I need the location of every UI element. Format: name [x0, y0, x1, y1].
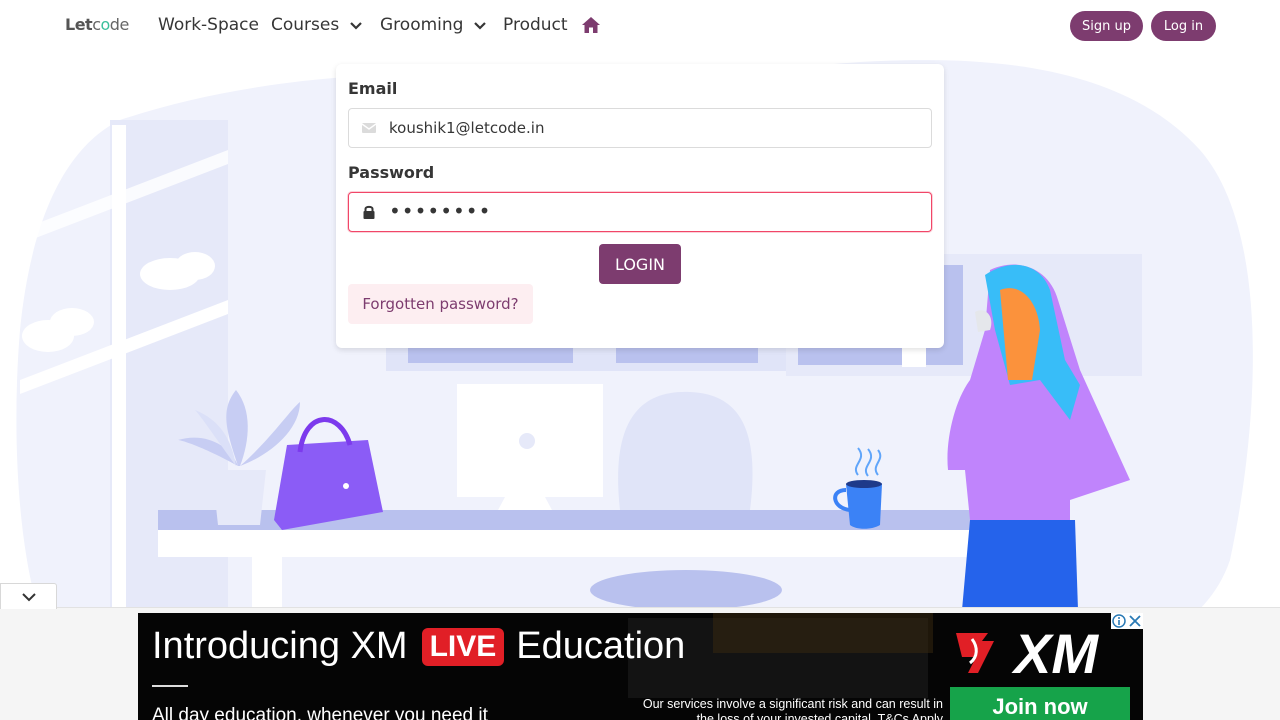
ad-background-image	[713, 613, 933, 653]
forgot-password-link[interactable]: Forgotten password?	[348, 284, 533, 324]
nav-item-courses[interactable]: Courses	[271, 15, 363, 35]
ad-headline-post: Education	[516, 625, 686, 667]
top-navbar: Letcode Work-Space Courses Grooming Prod…	[0, 0, 1280, 52]
ad-collapse-toggle[interactable]	[0, 583, 57, 609]
login-card: Email koushik1@letcode.in Password •••••…	[336, 64, 944, 348]
ad-subline: All day education, whenever you need it	[152, 705, 488, 720]
ad-risk-disclaimer: Our services involve a significant risk …	[642, 697, 943, 720]
logo-prefix: Let	[65, 15, 93, 34]
xm-logo-text: XM	[1011, 622, 1099, 681]
password-label: Password	[348, 163, 435, 182]
chevron-down-icon	[474, 22, 487, 30]
ad-headline: Introducing XM LIVE Education	[152, 625, 685, 668]
nav-item-work-space[interactable]: Work-Space	[158, 15, 259, 35]
logo-o: o	[100, 15, 111, 34]
email-value: koushik1@letcode.in	[389, 119, 545, 137]
nav-item-label: Product	[503, 15, 568, 35]
ad-banner[interactable]: Introducing XM LIVE Education All day ed…	[138, 613, 1143, 720]
envelope-icon	[361, 123, 377, 133]
chevron-down-icon	[22, 593, 36, 602]
password-value: ••••••••	[389, 199, 492, 223]
login-submit-button[interactable]: LOGIN	[599, 244, 681, 284]
xm-logo: XM	[956, 622, 1099, 681]
nav-item-label: Grooming	[380, 15, 464, 35]
nav-item-label: Courses	[271, 15, 340, 35]
ad-info-icon[interactable]	[1111, 613, 1127, 629]
email-label: Email	[348, 79, 398, 98]
password-field[interactable]: ••••••••	[348, 192, 932, 232]
join-now-button[interactable]: Join now	[950, 687, 1130, 720]
logo-c: c	[92, 15, 101, 34]
brand-logo[interactable]: Letcode	[65, 15, 129, 34]
nav-item-grooming[interactable]: Grooming	[380, 15, 487, 35]
email-field[interactable]: koushik1@letcode.in	[348, 108, 932, 148]
ad-live-badge: LIVE	[421, 627, 505, 666]
ad-close-icon[interactable]	[1127, 613, 1143, 629]
logo-suffix: de	[109, 15, 130, 34]
chevron-down-icon	[350, 22, 362, 30]
home-icon[interactable]	[581, 16, 601, 34]
signup-button[interactable]: Sign up	[1070, 11, 1143, 41]
nav-item-label: Work-Space	[158, 15, 259, 35]
login-nav-button[interactable]: Log in	[1151, 11, 1216, 41]
nav-item-product[interactable]: Product	[503, 15, 568, 35]
lock-icon	[363, 205, 375, 219]
ad-divider	[152, 685, 188, 687]
ad-headline-pre: Introducing XM	[152, 625, 408, 667]
